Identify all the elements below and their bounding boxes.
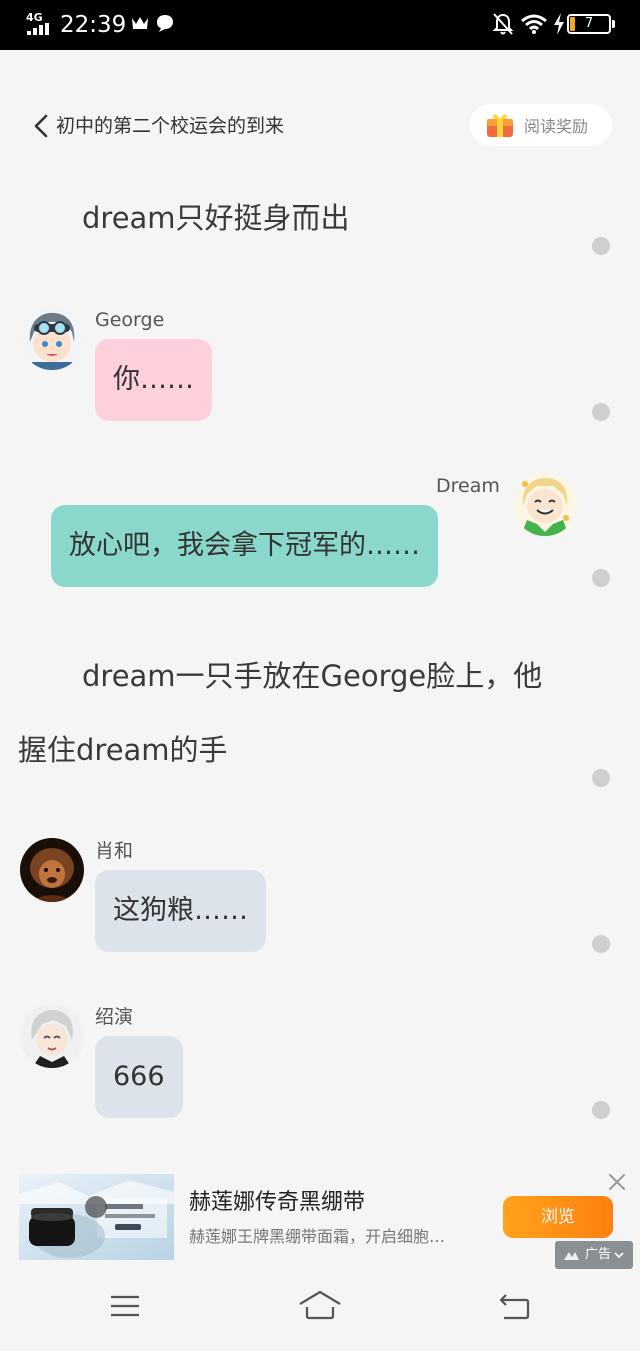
ad-label-tag[interactable]: 广告 bbox=[555, 1241, 633, 1269]
speaker-name: 绍演 bbox=[95, 1006, 134, 1028]
chapter-title: 初中的第二个校运会的到来 bbox=[56, 115, 285, 137]
chat-bubble: 放心吧，我会拿下冠军的…… bbox=[51, 505, 438, 587]
comment-dot[interactable] bbox=[592, 1101, 610, 1119]
avatar-george[interactable] bbox=[20, 306, 84, 370]
crown-icon bbox=[132, 17, 148, 29]
ad-title[interactable]: 赫莲娜传奇黑绷带 bbox=[189, 1188, 365, 1218]
chevron-down-icon bbox=[614, 1252, 624, 1259]
bell-off-icon bbox=[492, 13, 514, 35]
ad-image[interactable] bbox=[19, 1174, 174, 1260]
wifi-icon bbox=[521, 14, 547, 34]
speaker-name: George bbox=[95, 309, 165, 331]
speaker-name: 肖和 bbox=[95, 840, 134, 862]
comment-dot[interactable] bbox=[592, 769, 610, 787]
comment-dot[interactable] bbox=[592, 569, 610, 587]
ad-logo-icon bbox=[563, 1252, 579, 1260]
xiaohe-avatar-image bbox=[20, 838, 84, 902]
ad-tag-text: 广告 bbox=[584, 1247, 611, 1262]
narration-text: 握住dream的手 bbox=[18, 733, 228, 767]
chat-bubble: 你…… bbox=[95, 339, 212, 421]
clock: 22:39 bbox=[60, 12, 127, 38]
reading-reward-label: 阅读奖励 bbox=[524, 117, 589, 136]
message-bubble-icon bbox=[157, 15, 173, 32]
narration-text: dream一只手放在George脸上，他 bbox=[82, 659, 543, 693]
comment-dot[interactable] bbox=[592, 237, 610, 255]
battery-level-text: 7 bbox=[584, 16, 594, 31]
avatar-shaoyan[interactable] bbox=[20, 1004, 84, 1068]
avatar-dream[interactable] bbox=[513, 472, 577, 536]
chat-bubble: 666 bbox=[95, 1036, 183, 1118]
battery-icon: 7 bbox=[567, 14, 611, 34]
avatar-xiaohe[interactable] bbox=[20, 838, 84, 902]
comment-dot[interactable] bbox=[592, 403, 610, 421]
ad-browse-button[interactable]: 浏览 bbox=[503, 1196, 613, 1238]
reading-reward-button[interactable]: 阅读奖励 bbox=[470, 104, 612, 146]
signal-icon bbox=[27, 23, 49, 35]
chat-bubble: 这狗粮…… bbox=[95, 870, 266, 952]
home-icon[interactable] bbox=[298, 1290, 342, 1320]
cream-jar-image bbox=[19, 1174, 174, 1260]
shaoyan-avatar-image bbox=[20, 1004, 84, 1068]
ad-description[interactable]: 赫莲娜王牌黑绷带面霜，开启细胞… bbox=[189, 1226, 445, 1248]
charging-bolt-icon bbox=[554, 13, 564, 35]
gift-box-icon bbox=[487, 114, 513, 137]
network-type: 4G bbox=[26, 11, 43, 24]
battery-cap bbox=[612, 20, 615, 28]
close-icon[interactable] bbox=[607, 1172, 627, 1192]
back-button[interactable]: 初中的第二个校运会的到来 bbox=[32, 110, 284, 142]
system-nav-bar bbox=[0, 1272, 640, 1351]
george-avatar-image bbox=[20, 306, 84, 370]
back-chevron-icon bbox=[34, 114, 48, 138]
narration-text: dream只好挺身而出 bbox=[82, 201, 350, 235]
dream-avatar-image bbox=[513, 472, 577, 536]
comment-dot[interactable] bbox=[592, 935, 610, 953]
menu-icon[interactable] bbox=[110, 1294, 140, 1318]
speaker-name: Dream bbox=[436, 475, 500, 497]
status-bar: 4G 22:39 7 bbox=[0, 0, 640, 50]
ad-banner[interactable]: 赫莲娜传奇黑绷带 赫莲娜王牌黑绷带面霜，开启细胞… 浏览 广告 bbox=[0, 1160, 640, 1272]
back-icon[interactable] bbox=[498, 1294, 530, 1320]
